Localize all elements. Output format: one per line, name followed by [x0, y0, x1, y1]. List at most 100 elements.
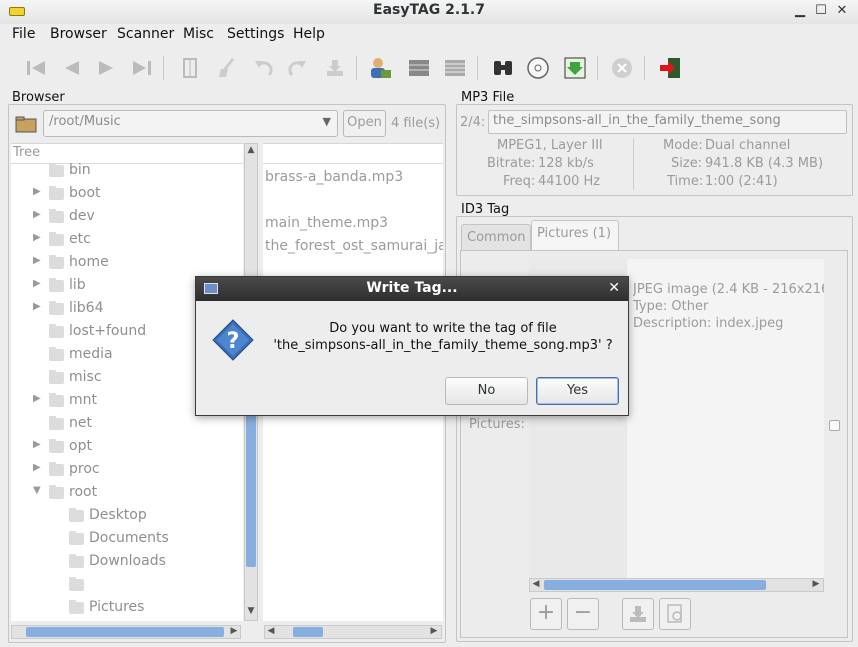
tab-pictures[interactable]: Pictures (1): [531, 220, 619, 251]
yes-button[interactable]: Yes: [536, 377, 619, 405]
path-value: /root/Music: [49, 114, 121, 129]
file-count: 4 file(s): [391, 116, 441, 131]
file-row-selected[interactable]: _family_theme_song.mp3: [265, 192, 443, 208]
expander-icon[interactable]: ▶: [33, 278, 43, 292]
open-button[interactable]: Open: [343, 110, 386, 137]
scan-button[interactable]: [176, 55, 204, 81]
chevron-down-icon[interactable]: ▼: [323, 115, 331, 128]
minimize-icon[interactable]: ▁: [792, 3, 808, 19]
tree-item-etc[interactable]: ▶ etc: [11, 229, 243, 252]
search-icon[interactable]: [489, 55, 517, 81]
folder-icon: [69, 531, 84, 545]
remove-picture-button[interactable]: −: [567, 598, 599, 630]
expander-icon[interactable]: [33, 416, 43, 430]
tree-scroll-thumb[interactable]: [246, 407, 256, 567]
expander-icon[interactable]: ▶: [33, 462, 43, 476]
file-row[interactable]: main_theme.mp3: [265, 215, 388, 231]
folder-icon: [49, 485, 64, 499]
path-combo[interactable]: /root/Music ▼: [43, 110, 338, 137]
pictures-checkbox[interactable]: [829, 420, 840, 431]
dialog-close-icon[interactable]: ✕: [608, 280, 620, 296]
no-button[interactable]: No: [445, 377, 528, 405]
tree-item-dev[interactable]: ▶ dev: [11, 206, 243, 229]
folder-up-icon[interactable]: [15, 114, 37, 134]
expander-icon[interactable]: [33, 347, 43, 361]
playlist-icon[interactable]: [561, 55, 589, 81]
tree-item-music[interactable]: Music: [11, 574, 243, 597]
cd-icon[interactable]: [524, 55, 552, 81]
next-file-button[interactable]: [92, 55, 120, 81]
tab-common[interactable]: Common: [461, 224, 531, 250]
tree-item-documents[interactable]: Documents: [11, 528, 243, 551]
tree-item-root[interactable]: ▼ root: [11, 482, 243, 505]
pictures-horizontal-scrollbar[interactable]: ◀ ▶: [529, 578, 824, 592]
tree-hscroll-thumb[interactable]: [26, 627, 224, 637]
clear-tag-icon[interactable]: [213, 55, 241, 81]
expander-icon[interactable]: ▶: [33, 393, 43, 407]
expander-icon[interactable]: [33, 370, 43, 384]
tree-item-boot[interactable]: ▶ boot: [11, 183, 243, 206]
tree-item-bin[interactable]: bin: [11, 160, 243, 183]
filename-entry[interactable]: the_simpsons-all_in_the_family_theme_son…: [488, 110, 847, 134]
tree-item-home[interactable]: ▶ home: [11, 252, 243, 275]
undo-icon[interactable]: [250, 55, 278, 81]
file-row[interactable]: the_forest_ost_samurai_jac: [265, 238, 443, 254]
folder-icon: [49, 255, 64, 269]
expander-icon[interactable]: [53, 600, 63, 614]
expander-icon[interactable]: ▶: [33, 439, 43, 453]
folder-icon: [49, 416, 64, 430]
expander-icon[interactable]: [53, 554, 63, 568]
menu-scanner[interactable]: Scanner: [117, 26, 174, 42]
expander-icon[interactable]: [33, 163, 43, 177]
expander-icon[interactable]: ▶: [33, 186, 43, 200]
save-icon[interactable]: [321, 55, 349, 81]
file-list-horizontal-scrollbar[interactable]: ◀ ▶: [264, 625, 442, 639]
pictures-hscroll-thumb[interactable]: [544, 580, 766, 590]
tree-item-label: dev: [69, 208, 95, 224]
tree-item-net[interactable]: net: [11, 413, 243, 436]
menu-settings[interactable]: Settings: [227, 26, 284, 42]
close-icon[interactable]: ✕: [834, 3, 850, 19]
tree-item-opt[interactable]: ▶ opt: [11, 436, 243, 459]
picture-format: JPEG image (2.4 KB - 216x216: [633, 282, 824, 297]
view-list-icon[interactable]: [405, 55, 433, 81]
tree-horizontal-scrollbar[interactable]: ▶: [11, 625, 241, 639]
quit-icon[interactable]: [656, 55, 684, 81]
picture-properties-button[interactable]: [659, 598, 691, 630]
maximize-icon[interactable]: ☐: [813, 3, 829, 19]
folder-icon: [49, 462, 64, 476]
expander-icon[interactable]: [33, 324, 43, 338]
previous-file-button[interactable]: [58, 55, 86, 81]
view-artist-icon[interactable]: [441, 55, 469, 81]
window-titlebar: EasyTAG 2.1.7 ▁ ☐ ✕: [0, 0, 858, 24]
tree-item-desktop[interactable]: Desktop: [11, 505, 243, 528]
menu-help[interactable]: Help: [293, 26, 325, 42]
file-row[interactable]: brass-a_banda.mp3: [265, 169, 403, 185]
menu-misc[interactable]: Misc: [183, 26, 214, 42]
menu-browser[interactable]: Browser: [50, 26, 107, 42]
save-picture-button[interactable]: [622, 598, 654, 630]
id3-frame-label: ID3 Tag: [461, 202, 510, 217]
expander-icon[interactable]: ▶: [33, 209, 43, 223]
redo-icon[interactable]: [283, 55, 311, 81]
expander-icon[interactable]: ▶: [33, 255, 43, 269]
tree-item-pictures[interactable]: Pictures: [11, 597, 243, 620]
add-picture-button[interactable]: +: [530, 598, 562, 630]
expander-icon[interactable]: ▼: [33, 485, 43, 499]
expander-icon[interactable]: ▶: [33, 232, 43, 246]
last-file-button[interactable]: [128, 55, 156, 81]
folder-icon: [69, 554, 84, 568]
file-list-hscroll-thumb[interactable]: [293, 627, 323, 637]
expander-icon[interactable]: [53, 508, 63, 522]
user-files-icon[interactable]: [366, 55, 394, 81]
window-title: EasyTAG 2.1.7: [373, 2, 485, 18]
tree-item-proc[interactable]: ▶ proc: [11, 459, 243, 482]
tree-item-downloads[interactable]: Downloads: [11, 551, 243, 574]
menu-file[interactable]: File: [12, 26, 35, 42]
first-file-button[interactable]: [22, 55, 50, 81]
folder-icon: [49, 301, 64, 315]
expander-icon[interactable]: [53, 531, 63, 545]
stop-icon[interactable]: [608, 55, 636, 81]
expander-icon[interactable]: [53, 577, 63, 591]
expander-icon[interactable]: ▶: [33, 301, 43, 315]
